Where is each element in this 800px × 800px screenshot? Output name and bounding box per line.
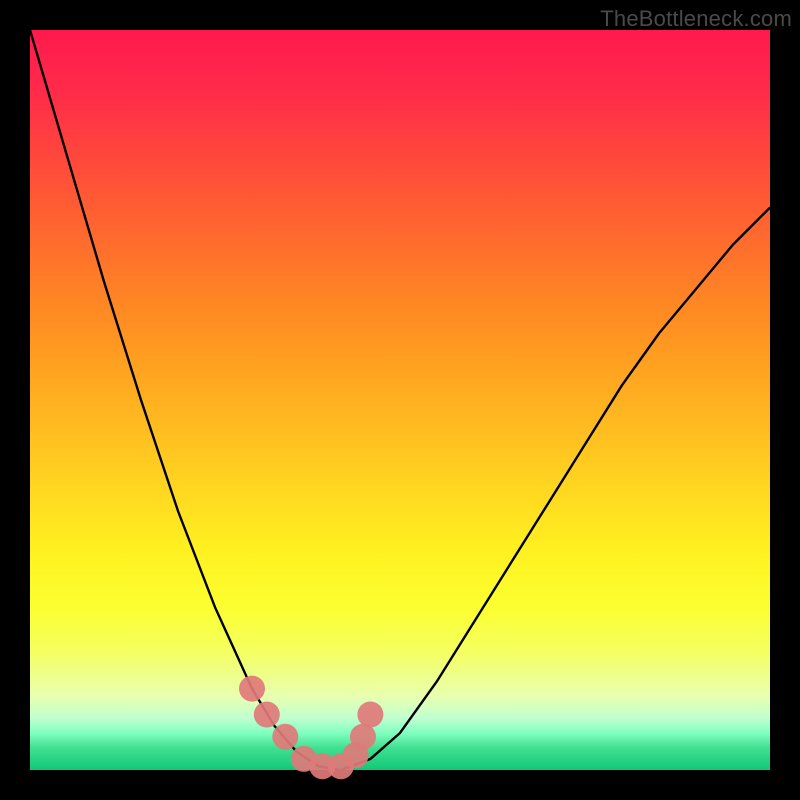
marker-dot xyxy=(357,702,383,728)
plot-area xyxy=(30,30,770,770)
bottleneck-curve xyxy=(30,30,770,770)
chart-outer-frame: TheBottleneck.com xyxy=(0,0,800,800)
marker-dot xyxy=(350,724,376,750)
marker-dot xyxy=(239,676,265,702)
marker-dot xyxy=(254,702,280,728)
bottleneck-markers xyxy=(239,676,383,780)
marker-dot xyxy=(272,724,298,750)
watermark-text: TheBottleneck.com xyxy=(600,6,792,32)
chart-svg xyxy=(30,30,770,770)
